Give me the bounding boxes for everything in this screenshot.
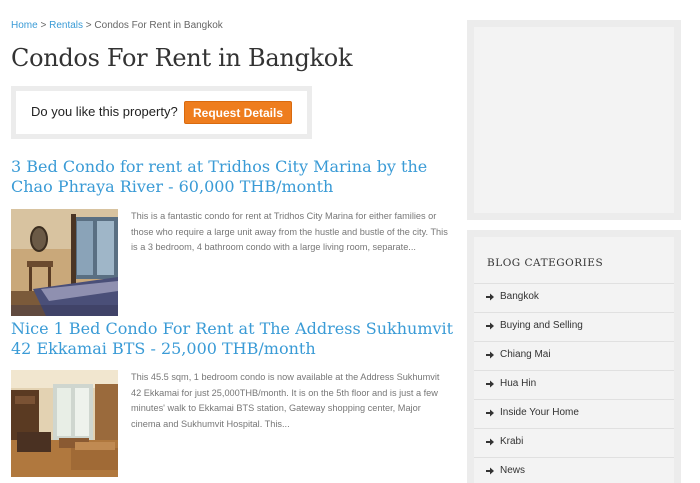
arrow-right-icon [486,438,494,446]
arrow-right-icon [486,409,494,417]
category-item-inside-your-home[interactable]: Inside Your Home [474,399,674,428]
category-item-bangkok[interactable]: Bangkok [474,283,674,312]
category-label: Hua Hin [500,378,537,389]
listing-excerpt: This 45.5 sqm, 1 bedroom condo is now av… [131,372,440,429]
sidebar-widget-empty [467,20,681,220]
breadcrumb-separator: > [85,20,92,31]
breadcrumb-rentals-link[interactable]: Rentals [49,20,83,31]
listing-title: 3 Bed Condo for rent at Tridhos City Mar… [11,157,457,197]
category-item-chiang-mai[interactable]: Chiang Mai [474,341,674,370]
category-label: News [500,465,526,476]
blog-categories-widget: BLOG CATEGORIES Bangkok Buying and Selli… [467,230,681,483]
arrow-right-icon [486,293,494,301]
category-label: Chiang Mai [500,349,551,360]
request-details-inner: Do you like this property? Request Detai… [16,91,307,134]
arrow-right-icon [486,467,494,475]
listing-thumbnail[interactable] [11,370,118,477]
category-label: Krabi [500,436,524,447]
listing-title-link[interactable]: 3 Bed Condo for rent at Tridhos City Mar… [11,157,427,196]
category-label: Bangkok [500,291,539,302]
arrow-right-icon [486,380,494,388]
category-item-krabi[interactable]: Krabi [474,428,674,457]
breadcrumb-home-link[interactable]: Home [11,20,38,31]
listing-title: Nice 1 Bed Condo For Rent at The Address… [11,319,457,359]
page-title: Condos For Rent in Bangkok [11,44,353,72]
breadcrumb-separator: > [40,20,47,31]
category-item-buying-and-selling[interactable]: Buying and Selling [474,312,674,341]
sidebar-widget-inner [474,27,674,213]
listing-thumbnail[interactable] [11,209,118,316]
breadcrumb-current: Condos For Rent in Bangkok [94,20,223,31]
arrow-right-icon [486,322,494,330]
request-details-button[interactable]: Request Details [184,101,292,124]
listing-excerpt: This is a fantastic condo for rent at Tr… [131,211,448,252]
category-label: Buying and Selling [500,320,583,331]
living-room-photo [11,370,118,477]
request-details-box: Do you like this property? Request Detai… [11,86,312,139]
blog-categories-inner: BLOG CATEGORIES Bangkok Buying and Selli… [474,237,674,483]
breadcrumb: Home > Rentals > Condos For Rent in Bang… [11,20,223,31]
category-item-hua-hin[interactable]: Hua Hin [474,370,674,399]
arrow-right-icon [486,351,494,359]
blog-categories-title: BLOG CATEGORIES [487,257,604,269]
bedroom-photo [11,209,118,316]
listing-title-link[interactable]: Nice 1 Bed Condo For Rent at The Address… [11,319,453,358]
cta-question: Do you like this property? [31,104,178,119]
category-list: Bangkok Buying and Selling Chiang Mai Hu… [474,283,674,483]
category-item-news[interactable]: News [474,457,674,483]
category-label: Inside Your Home [500,407,579,418]
